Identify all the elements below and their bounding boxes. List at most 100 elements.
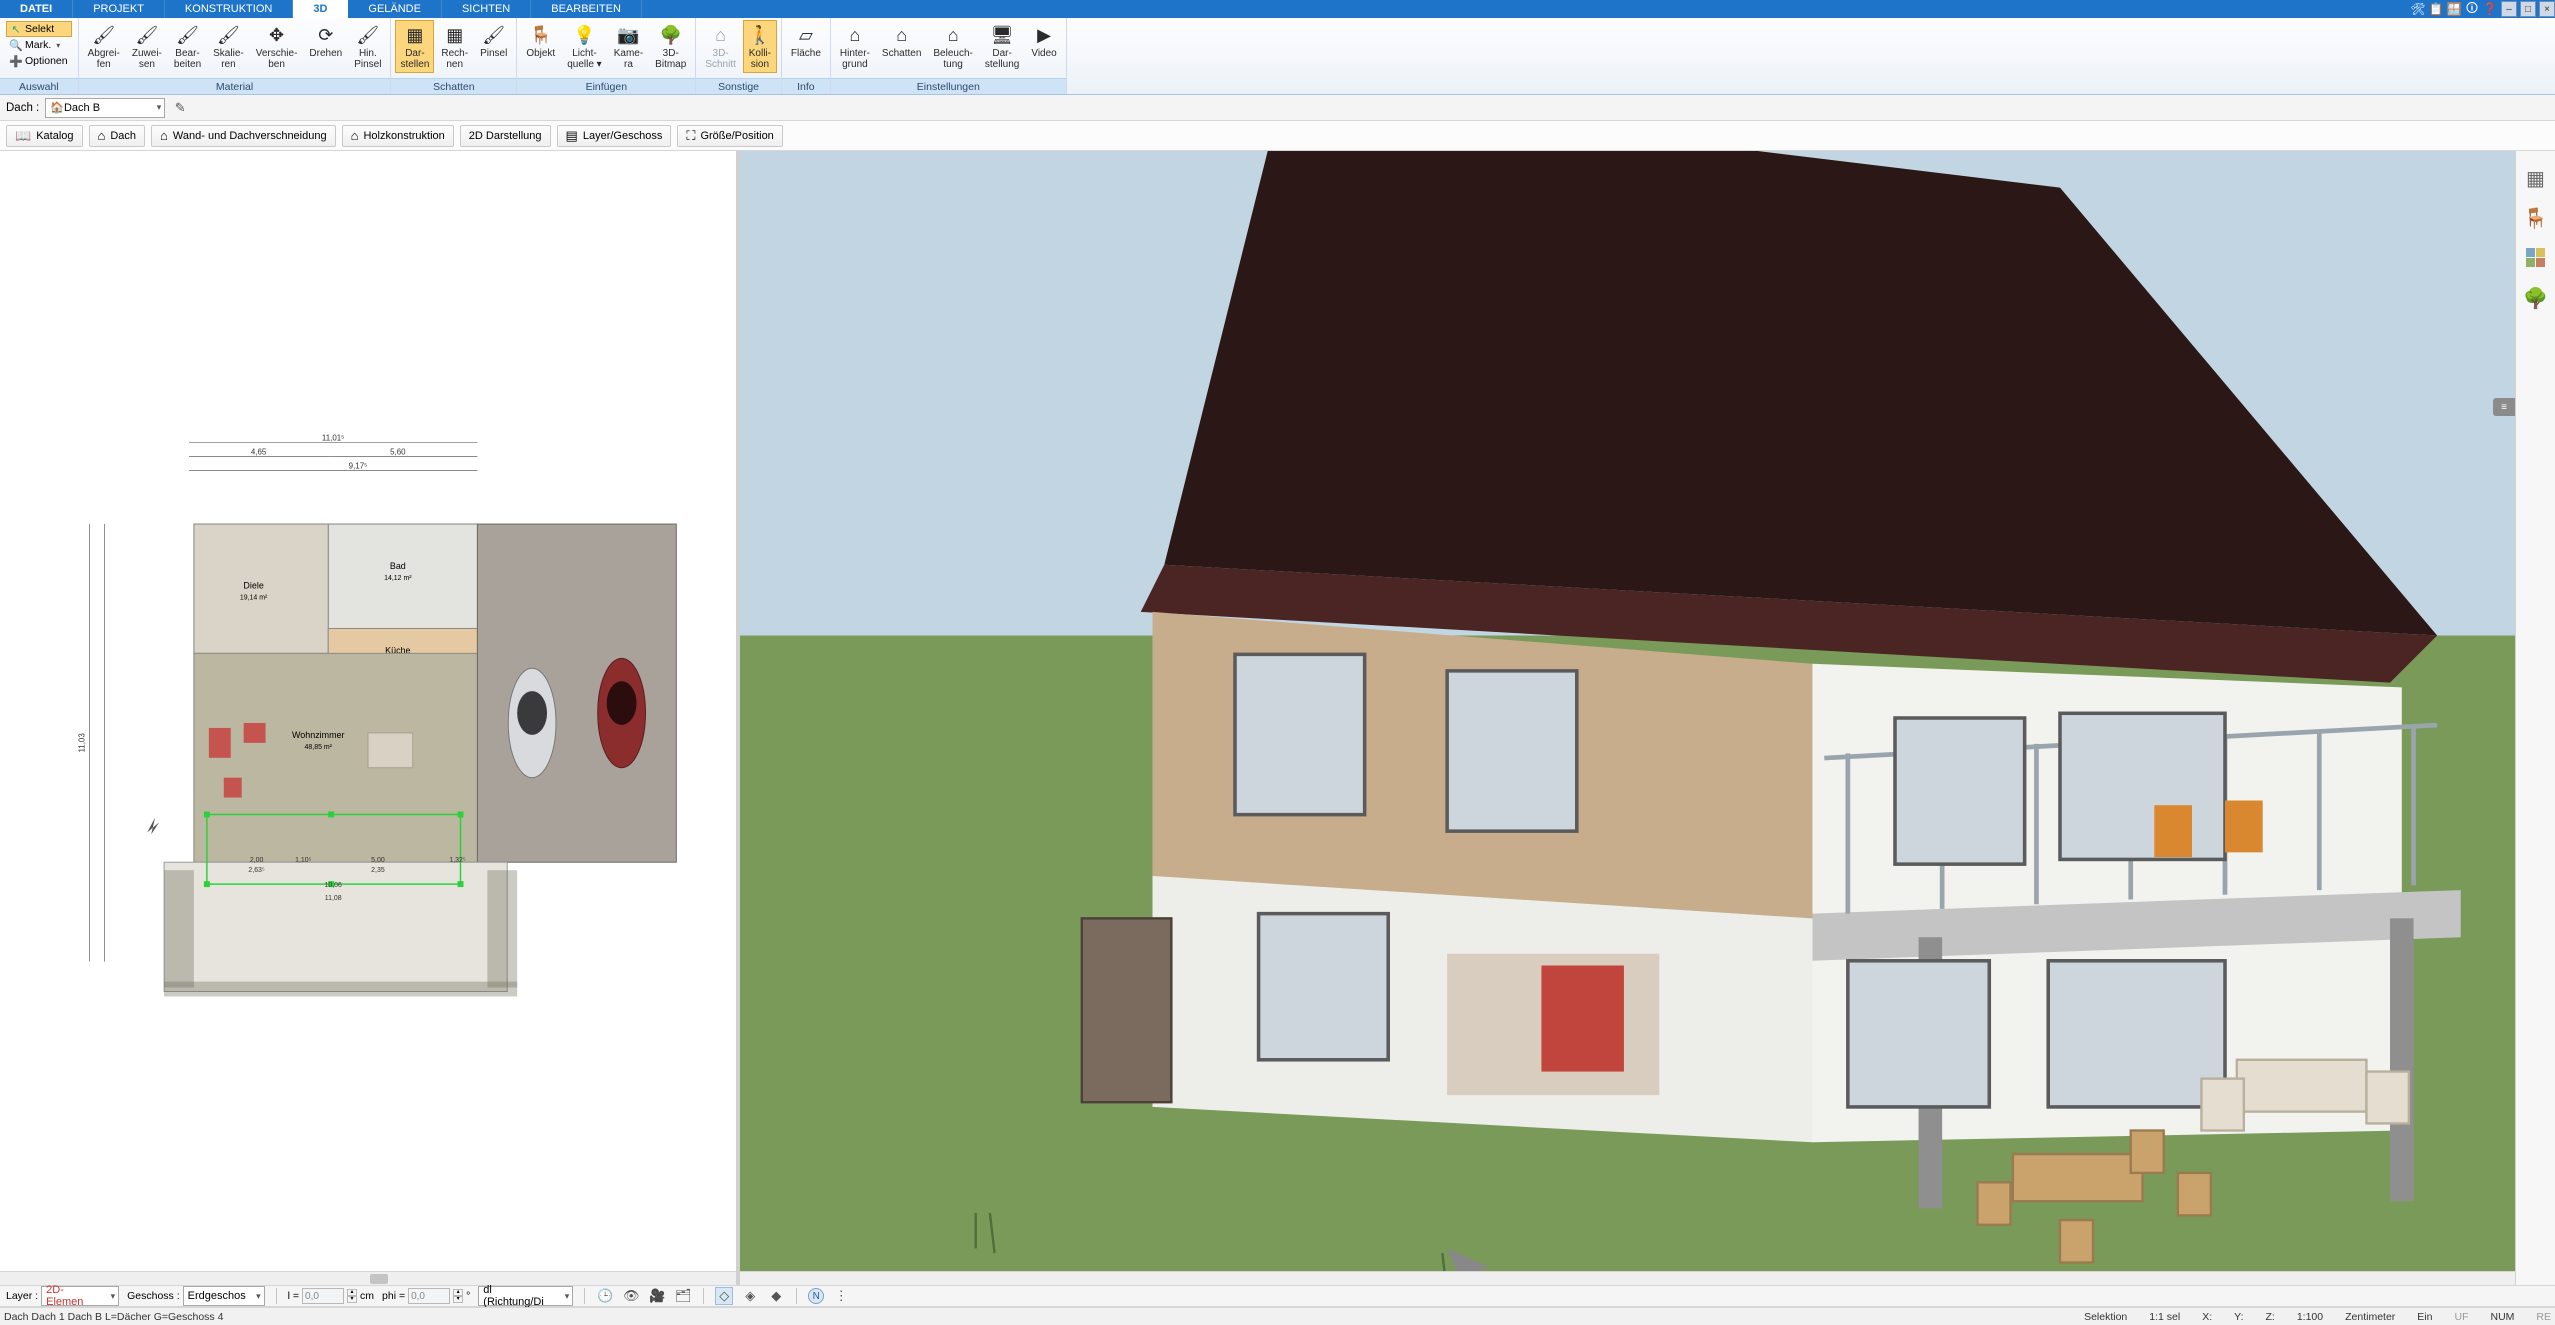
clipboard-icon[interactable]: 📋 [2428,1,2444,17]
info2-icon[interactable]: 🛈 [2464,1,2480,17]
ribbon-btn-skalieren[interactable]: 🖌Skalie-ren [208,20,249,73]
eye-icon[interactable]: 👁 [622,1287,640,1305]
ribbon-btn-pinsel[interactable]: 🖌Pinsel [475,20,512,73]
svg-text:Diele: Diele [243,581,263,591]
ribbon-btn-flche[interactable]: ▱Fläche [786,20,826,73]
stack-icon[interactable]: 🗂 [674,1287,692,1305]
chair-icon[interactable]: 🪑 [2523,205,2549,231]
prop-btn-ddarstellung[interactable]: 2D Darstellung [460,125,551,147]
geschoss-combo[interactable]: Erdgeschos [183,1286,265,1306]
prop-btn-holzkonstruktion[interactable]: ⌂Holzkonstruktion [342,125,454,147]
prop-btn-dach[interactable]: ⌂Dach [89,125,146,147]
sidebar-expander[interactable]: ≡ [2493,398,2515,416]
2d-plan-pane[interactable]: 11,01⁵ 4,655,60 9,17⁵ 11,03 Bad 14,12 m²… [0,151,740,1285]
svg-text:14,12 m²: 14,12 m² [384,575,412,582]
camera2-icon[interactable]: 🎥 [648,1287,666,1305]
l-input[interactable] [302,1288,344,1304]
prop-btn-greposition[interactable]: ⛶Größe/Position [677,125,782,147]
menu-tab-datei[interactable]: DATEI [0,0,73,18]
ribbon-group-schatten: ▦Dar-stellen▦Rech-nen🖌Pinsel Schatten [391,18,517,94]
floorplan-canvas[interactable]: 11,01⁵ 4,655,60 9,17⁵ 11,03 Bad 14,12 m²… [0,151,736,1285]
ribbon-btn-dbitmap[interactable]: 🌳3D-Bitmap [650,20,691,73]
menu-tab-konstruktion[interactable]: KONSTRUKTION [165,0,293,18]
ribbon-group-einstellungen: ⌂Hinter-grund⌂Schatten ⌂Beleuch-tung🖥Dar… [831,18,1067,94]
ribbon-btn-zuweisen[interactable]: 🖌Zuwei-sen [127,20,167,73]
menubar: DATEIPROJEKTKONSTRUKTION3DGELÄNDESICHTEN… [0,0,2555,18]
status-scale: 1:100 [2297,1311,2323,1323]
normal-n-icon[interactable]: N [808,1288,824,1304]
svg-text:1,10⁵: 1,10⁵ [295,857,312,864]
more-icon[interactable]: ⋮ [832,1287,850,1305]
status-y: Y: [2234,1311,2243,1323]
menu-tab-sichten[interactable]: SICHTEN [442,0,531,18]
ribbon-btn-abgreifen[interactable]: 🖌Abgrei-fen [83,20,125,73]
status-bar: Dach Dach 1 Dach B L=Dächer G=Geschoss 4… [0,1307,2555,1325]
2d-hscrollbar[interactable] [0,1271,736,1285]
3d-view-pane[interactable] [740,151,2555,1285]
property-toolbar: 📖Katalog ⌂Dach⌂Wand- und Dachverschneidun… [0,121,2555,151]
ribbon-btn-schatten[interactable]: ⌂Schatten [877,20,926,73]
ribbon-btn-bearbeiten[interactable]: 🖌Bear-beiten [169,20,206,73]
maximize-button[interactable]: □ [2520,1,2536,17]
dach-combo[interactable]: 🏠 Dach B [45,98,165,118]
menu-tab-bearbeiten[interactable]: BEARBEITEN [531,0,642,18]
menu-tab-projekt[interactable]: PROJEKT [73,0,165,18]
iso3-icon[interactable]: ◆ [767,1287,785,1305]
svg-text:10,06: 10,06 [324,882,342,889]
phi-input[interactable] [408,1288,450,1304]
ribbon-group-sonstige: ⌂3D-Schnitt🚶Kolli-sionSonstige [696,18,782,94]
ribbon: ↖Selekt🔍Mark.▾➕OptionenAuswahl🖌Abgrei-fe… [0,18,2555,95]
ribbon-group-einfuegen: 🪑Objekt 💡Licht-quelle ▾📷Kame-ra🌳3D-Bitma… [517,18,696,94]
ribbon-small-optionen[interactable]: ➕Optionen [6,53,72,69]
ribbon-btn-kamera[interactable]: 📷Kame-ra [609,20,648,73]
ribbon-btn-dschnitt: ⌂3D-Schnitt [700,20,741,73]
minimize-button[interactable]: – [2501,1,2517,17]
svg-text:9,17⁵: 9,17⁵ [349,461,368,470]
tree-icon[interactable]: 🌳 [2523,285,2549,311]
geschoss-label: Geschoss : [127,1290,180,1302]
layers-icon[interactable]: ▦ [2523,165,2549,191]
ribbon-btn-hintergrund[interactable]: ⌂Hinter-grund [835,20,875,73]
status-x: X: [2202,1311,2212,1323]
svg-text:11,08: 11,08 [325,895,342,902]
edit-pencil-icon[interactable]: ✎ [171,99,189,117]
ribbon-group-label: Material [79,78,391,94]
layer-combo[interactable]: 2D-Elemen [41,1286,119,1306]
ribbon-btn-rechnen[interactable]: ▦Rech-nen [436,20,473,73]
mode-combo[interactable]: dl (Richtung/Di [478,1286,573,1306]
tools-icon[interactable]: 🛠 [2410,1,2426,17]
menu-tab-3d[interactable]: 3D [293,0,348,18]
ribbon-btn-kollision[interactable]: 🚶Kolli-sion [743,20,777,73]
ribbon-btn-beleuchtung[interactable]: ⌂Beleuch-tung [928,20,977,73]
ribbon-btn-darstellen[interactable]: ▦Dar-stellen [395,20,434,73]
svg-text:1,32⁵: 1,32⁵ [449,857,466,864]
ribbon-btn-hinpinsel[interactable]: 🖌Hin.Pinsel [349,20,386,73]
prop-btn-katalog[interactable]: 📖Katalog [6,125,83,147]
status-left: Dach Dach 1 Dach B L=Dächer G=Geschoss 4 [4,1311,223,1323]
palette-icon[interactable] [2523,245,2549,271]
l-label: l = [288,1290,299,1302]
ribbon-btn-lichtquelle[interactable]: 💡Licht-quelle ▾ [562,20,607,73]
ribbon-small-mark[interactable]: 🔍Mark.▾ [6,37,72,53]
window-icon[interactable]: 🪟 [2446,1,2462,17]
help-icon[interactable]: ❓ [2482,1,2498,17]
ribbon-group-material: 🖌Abgrei-fen🖌Zuwei-sen🖌Bear-beiten🖌Skalie… [79,18,392,94]
prop-btn-layergeschoss[interactable]: ▤Layer/Geschoss [557,125,672,147]
ribbon-small-selekt[interactable]: ↖Selekt [6,21,72,37]
ribbon-btn-objekt[interactable]: 🪑Objekt [521,20,560,73]
prop-btn-wandunddachverschneidung[interactable]: ⌂Wand- und Dachverschneidung [151,125,336,147]
clock-icon[interactable]: 🕒 [596,1287,614,1305]
context-bar: Dach : 🏠 Dach B ✎ [0,95,2555,121]
svg-text:11,03: 11,03 [78,733,87,753]
menu-tab-gelände[interactable]: GELÄNDE [348,0,442,18]
ribbon-group-label: Einfügen [517,78,695,94]
iso1-icon[interactable]: ◇ [715,1287,733,1305]
3d-hscrollbar[interactable] [740,1271,2555,1285]
close-button[interactable]: × [2539,1,2555,17]
status-snap: Ein [2417,1311,2432,1323]
ribbon-btn-darstellung[interactable]: 🖥Dar-stellung [980,20,1024,73]
ribbon-btn-drehen[interactable]: ⟳Drehen [304,20,347,73]
ribbon-btn-video[interactable]: ▶Video [1026,20,1061,73]
ribbon-btn-verschieben[interactable]: ✥Verschie-ben [251,20,303,73]
iso2-icon[interactable]: ◈ [741,1287,759,1305]
